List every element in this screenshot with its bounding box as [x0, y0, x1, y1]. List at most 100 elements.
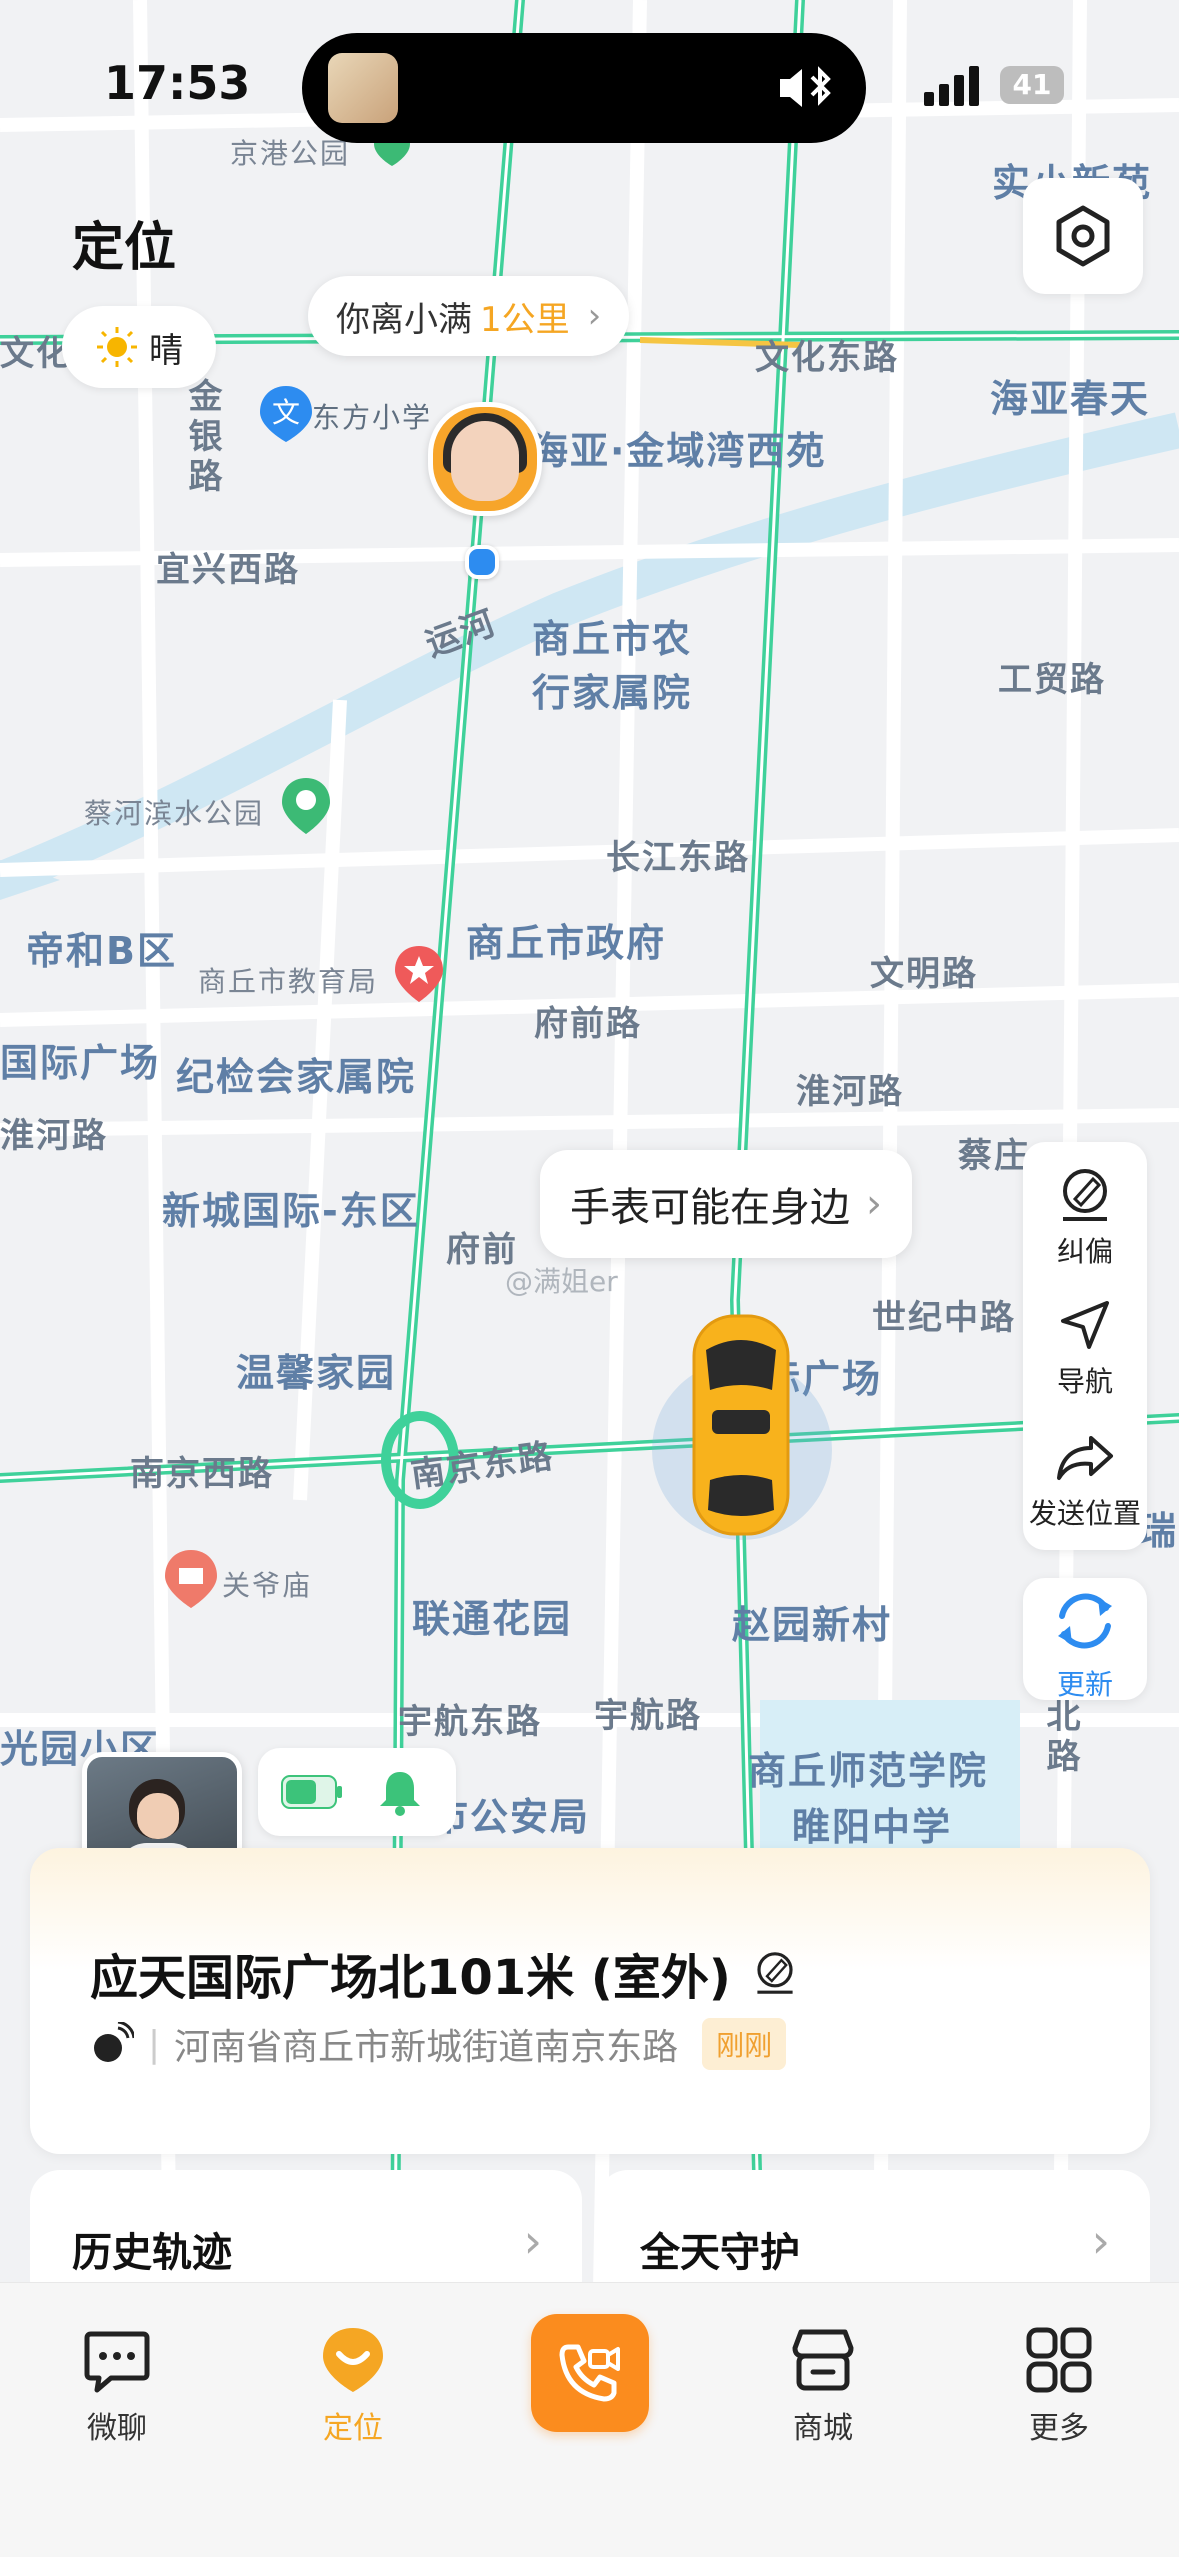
location-address-row: | 河南省商丘市新城街道南京东路 刚刚	[90, 2018, 787, 2070]
road-label: 南京西路	[130, 1454, 274, 1494]
road-label: 宇航东路	[398, 1702, 542, 1742]
poi-label: 商丘市政府	[466, 921, 667, 965]
device-status-pill[interactable]	[258, 1748, 456, 1836]
weather-badge[interactable]: 晴	[62, 306, 216, 388]
watch-nearby-bubble[interactable]: 手表可能在身边 ›	[540, 1150, 912, 1258]
poi-label: 联通花园	[412, 1597, 573, 1641]
chat-icon	[84, 2331, 150, 2393]
poi-label: 商丘市农行家属院	[531, 617, 692, 715]
tab-more-label: 更多	[1029, 2411, 1089, 2446]
page-title: 定位	[72, 218, 177, 278]
school-pin-icon: 文	[260, 386, 312, 442]
temple-pin-icon	[165, 1550, 217, 1608]
correction-label: 纠偏	[1056, 1235, 1113, 1268]
tab-chat-label: 微聊	[87, 2411, 147, 2446]
correction-button[interactable]: 纠偏	[1023, 1160, 1147, 1270]
phone-video-icon	[559, 2344, 620, 2402]
navigation-icon	[1061, 1301, 1109, 1349]
tab-location[interactable]: 定位	[278, 2317, 428, 2447]
sun-icon	[97, 327, 137, 367]
road-label: 文明路	[870, 954, 978, 994]
car-marker-icon[interactable]	[686, 1310, 796, 1540]
distance-value: 1公里	[480, 299, 570, 340]
refresh-icon	[1058, 1593, 1112, 1649]
tab-shop-label: 商城	[793, 2411, 853, 2446]
battery-status-icon	[281, 1775, 342, 1809]
status-bar: 17:53 41	[0, 0, 1179, 160]
tab-location-label: 定位	[323, 2411, 383, 2446]
all-day-guard-title: 全天守护	[640, 2230, 800, 2276]
distance-bubble[interactable]: 你离小满 1公里 ›	[308, 276, 630, 356]
cellular-signal-icon	[924, 66, 979, 106]
bell-icon	[380, 1772, 420, 1816]
poi-label: 海亚·金域湾西苑	[530, 429, 827, 473]
road-label: 长江东路	[606, 838, 750, 878]
speaker-bluetooth-icon	[780, 66, 831, 107]
refresh-label: 更新	[1056, 1668, 1113, 1701]
location-address: 河南省商丘市新城街道南京东路	[174, 2027, 679, 2068]
location-tab-icon	[323, 2328, 383, 2392]
chevron-right-icon: ›	[587, 296, 602, 336]
tab-shop[interactable]: 商城	[748, 2317, 898, 2447]
park-pin-icon	[282, 778, 330, 834]
settings-button[interactable]	[1023, 178, 1143, 294]
road-label: 淮河路	[796, 1072, 904, 1112]
send-location-label: 发送位置	[1028, 1497, 1141, 1530]
tab-more[interactable]: 更多	[984, 2317, 1134, 2447]
media-thumbnail	[328, 53, 398, 123]
road-label: 淮河路	[0, 1116, 108, 1156]
road-label: 宇航路	[594, 1696, 702, 1736]
history-track-title: 历史轨迹	[72, 2230, 232, 2276]
shop-icon	[792, 2329, 854, 2391]
road-label: 府前路	[534, 1004, 642, 1044]
poi-label: 商丘师范学院	[748, 1749, 989, 1793]
map-tools-panel: 纠偏 导航 发送位置	[1023, 1142, 1147, 1550]
photo-face	[137, 1793, 179, 1839]
road-label: 世纪中路	[872, 1298, 1016, 1338]
poi-label: 关爷庙	[222, 1569, 313, 1602]
send-location-button[interactable]: 发送位置	[1023, 1422, 1147, 1532]
road-label: 文化东路	[755, 338, 899, 378]
child-avatar-marker[interactable]	[428, 402, 542, 516]
video-call-button[interactable]	[531, 2314, 649, 2432]
location-title-row: 应天国际广场北101米 (室外)	[90, 1938, 799, 2008]
road-label: 工贸路	[998, 660, 1106, 700]
poi-label: 帝和B区	[26, 929, 177, 973]
chevron-right-icon: ›	[1091, 2214, 1110, 2268]
clock: 17:53	[104, 56, 251, 110]
poi-label: 国际广场	[0, 1041, 161, 1085]
poi-label: 商丘市教育局	[198, 965, 379, 998]
road-label: 北路	[1040, 1698, 1080, 1778]
location-title: 应天国际广场北101米 (室外)	[90, 1950, 731, 2006]
satellite-icon	[94, 2022, 134, 2062]
grid-icon	[1026, 2327, 1092, 2393]
poi-label: 赵园新村	[732, 1603, 893, 1647]
navigation-button[interactable]: 导航	[1023, 1290, 1147, 1400]
divider: |	[148, 2023, 161, 2065]
watermark: @满姐er	[505, 1265, 618, 1298]
poi-label: 纪检会家属院	[176, 1055, 417, 1099]
watch-nearby-text: 手表可能在身边	[570, 1185, 850, 1231]
poi-label: 海亚春天	[990, 377, 1151, 421]
tab-chat[interactable]: 微聊	[42, 2317, 192, 2447]
poi-label: 睢阳中学	[792, 1805, 953, 1849]
poi-label: 温馨家园	[236, 1351, 397, 1395]
road-label: 金银路	[182, 378, 222, 498]
settings-icon	[1056, 205, 1110, 267]
poi-label: 新城国际-东区	[162, 1189, 420, 1233]
location-card[interactable]: 应天国际广场北101米 (室外) | 河南省商丘市新城街道南京东路 刚刚	[30, 1848, 1150, 2154]
chevron-right-icon: ›	[866, 1181, 882, 1227]
distance-prefix: 你离小满	[336, 299, 472, 340]
battery-indicator: 41	[1000, 66, 1064, 104]
government-pin-icon	[395, 946, 443, 1002]
correction-icon	[1063, 1169, 1107, 1221]
dynamic-island[interactable]	[302, 33, 866, 143]
road-label: 宜兴西路	[156, 550, 300, 590]
correction-icon[interactable]	[751, 1949, 799, 1997]
my-location-dot	[465, 545, 499, 579]
share-icon	[1057, 1436, 1113, 1480]
refresh-button[interactable]: 更新	[1023, 1578, 1147, 1701]
weather-text: 晴	[149, 330, 183, 371]
chevron-right-icon: ›	[523, 2214, 542, 2268]
poi-label: 蔡河滨水公园	[84, 797, 265, 830]
